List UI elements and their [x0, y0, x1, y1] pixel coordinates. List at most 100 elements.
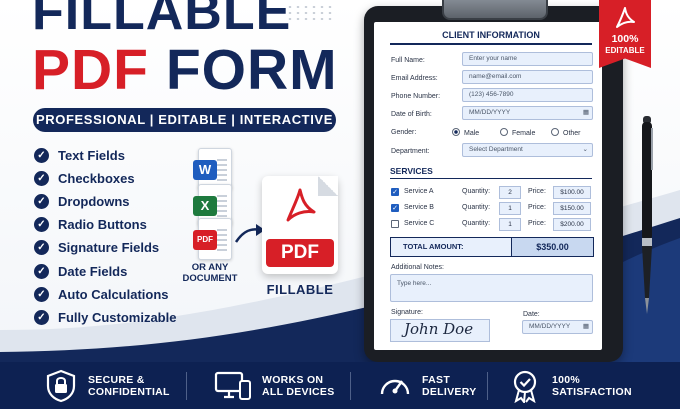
signature-label: Signature: [391, 309, 423, 316]
feature-item: ✓ Radio Buttons [34, 213, 176, 236]
service-a-checkbox[interactable]: ✓ [391, 188, 399, 196]
feature-label: Fully Customizable [58, 309, 177, 325]
feature-label: Auto Calculations [58, 286, 169, 302]
editable-ribbon: 100% EDITABLE [599, 0, 651, 68]
service-c-checkbox[interactable] [391, 220, 399, 228]
fillable-caption: FILLABLE [266, 282, 334, 297]
radio-selected[interactable] [452, 128, 460, 136]
ribbon-percent: 100% [611, 33, 639, 45]
total-value: $350.00 [511, 238, 593, 256]
feature-label: Radio Buttons [58, 217, 147, 233]
notes-label: Additional Notes: [391, 264, 444, 271]
feature-item: ✓ Text Fields [34, 144, 176, 167]
check-icon: ✓ [34, 309, 49, 325]
check-icon: ✓ [34, 171, 49, 187]
quantity-label: Quantity: [462, 188, 491, 195]
price-label: Price: [528, 204, 546, 211]
clipboard-clip [442, 0, 548, 20]
headline-form: FORM [165, 38, 338, 102]
footer-item-secure: SECURE & CONFIDENTIAL [44, 362, 170, 409]
check-icon: ✓ [34, 194, 49, 210]
date-field[interactable]: MM/DD/YYYY ▦ [522, 320, 593, 334]
service-c-label: Service C [404, 220, 435, 227]
full-name-field[interactable]: Enter your name [462, 52, 593, 66]
pen-icon [642, 116, 653, 314]
gender-option-other[interactable]: Other [551, 128, 581, 137]
footer-item-devices: WORKS ON ALL DEVICES [214, 362, 335, 409]
check-icon: ✓ [34, 148, 49, 164]
footer-line2: ALL DEVICES [262, 385, 335, 398]
pdf-doc-icon: PDF [193, 218, 232, 260]
radio[interactable] [500, 128, 508, 136]
footer-line1: WORKS ON [262, 373, 324, 386]
footer-bar: SECURE & CONFIDENTIAL WORKS ON ALL DEVIC… [0, 362, 680, 409]
service-b-label: Service B [404, 204, 434, 211]
feature-label: Checkboxes [58, 171, 135, 187]
footer-line2: CONFIDENTIAL [88, 385, 170, 398]
pdf-badge: PDF [193, 230, 217, 250]
feature-item: ✓ Checkboxes [34, 167, 176, 190]
email-field[interactable]: name@email.com [462, 70, 593, 84]
footer-line2: SATISFACTION [552, 385, 632, 398]
feature-label: Dropdowns [58, 194, 130, 210]
phone-field[interactable]: (123) 456-7890 [462, 88, 593, 102]
feature-list: ✓ Text Fields ✓ Checkboxes ✓ Dropdowns ✓ Rad… [34, 144, 176, 329]
devices-icon [214, 371, 251, 400]
service-b-checkbox[interactable]: ✓ [391, 204, 399, 212]
headline-pdf: PDF [32, 38, 149, 102]
total-label: TOTAL AMOUNT: [403, 242, 464, 251]
speedometer-icon [380, 379, 410, 394]
footer-line2: DELIVERY [422, 385, 477, 398]
services-heading: SERVICES [390, 166, 592, 179]
full-name-label: Full Name: [391, 57, 425, 64]
feature-item: ✓ Dropdowns [34, 190, 176, 213]
radio[interactable] [551, 128, 559, 136]
calendar-icon[interactable]: ▦ [583, 107, 589, 119]
promo-banner: FILLABLE PDF FORM PROFESSIONAL | EDITABL… [0, 0, 680, 409]
footer-item-delivery: FAST DELIVERY [378, 362, 477, 409]
source-caption: OR ANY DOCUMENT [182, 262, 238, 284]
notes-textarea[interactable]: Type here... [390, 274, 593, 302]
ribbon-label: EDITABLE [605, 46, 645, 55]
feature-item: ✓ Date Fields [34, 259, 176, 282]
form-title: CLIENT INFORMATION [390, 30, 592, 45]
headline-pdf-form: PDF FORM [32, 42, 338, 99]
service-c-quantity[interactable]: 1 [499, 218, 521, 231]
phone-label: Phone Number: [391, 93, 441, 100]
feature-label: Text Fields [58, 148, 125, 164]
pdf-label: PDF [266, 239, 334, 267]
footer-divider [350, 372, 351, 400]
total-amount-row: TOTAL AMOUNT: $350.00 [390, 237, 594, 257]
chevron-down-icon[interactable]: ⌄ [583, 144, 588, 156]
fillable-pdf-icon: PDF [262, 176, 338, 274]
department-select[interactable]: Select Department ⌄ [462, 143, 593, 157]
calendar-icon[interactable]: ▦ [583, 321, 589, 333]
footer-line1: FAST [422, 373, 451, 386]
feature-item: ✓ Auto Calculations [34, 283, 176, 306]
service-a-quantity[interactable]: 2 [499, 186, 521, 199]
quantity-label: Quantity: [462, 220, 491, 227]
gender-option-male[interactable]: Male [452, 128, 479, 137]
department-label: Department: [391, 148, 430, 155]
gender-option-female[interactable]: Female [500, 128, 535, 137]
decorative-dots [286, 4, 332, 22]
service-c-price: $200.00 [553, 218, 591, 231]
service-b-price: $150.00 [553, 202, 591, 215]
service-a-label: Service A [404, 188, 434, 195]
check-icon: ✓ [34, 286, 49, 302]
feature-item: ✓ Fully Customizable [34, 306, 176, 329]
dob-label: Date of Birth: [391, 111, 432, 118]
acrobat-logo-icon [286, 188, 316, 222]
tagline-pill: PROFESSIONAL | EDITABLE | INTERACTIVE [33, 108, 336, 132]
price-label: Price: [528, 220, 546, 227]
quantity-label: Quantity: [462, 204, 491, 211]
check-icon: ✓ [34, 217, 49, 233]
footer-line1: 100% [552, 373, 581, 386]
footer-line1: SECURE & [88, 373, 145, 386]
check-icon: ✓ [34, 240, 49, 256]
email-label: Email Address: [391, 75, 438, 82]
dob-field[interactable]: MM/DD/YYYY ▦ [462, 106, 593, 120]
service-a-price: $100.00 [553, 186, 591, 199]
service-b-quantity[interactable]: 1 [499, 202, 521, 215]
signature-value: John Doe [404, 320, 474, 338]
